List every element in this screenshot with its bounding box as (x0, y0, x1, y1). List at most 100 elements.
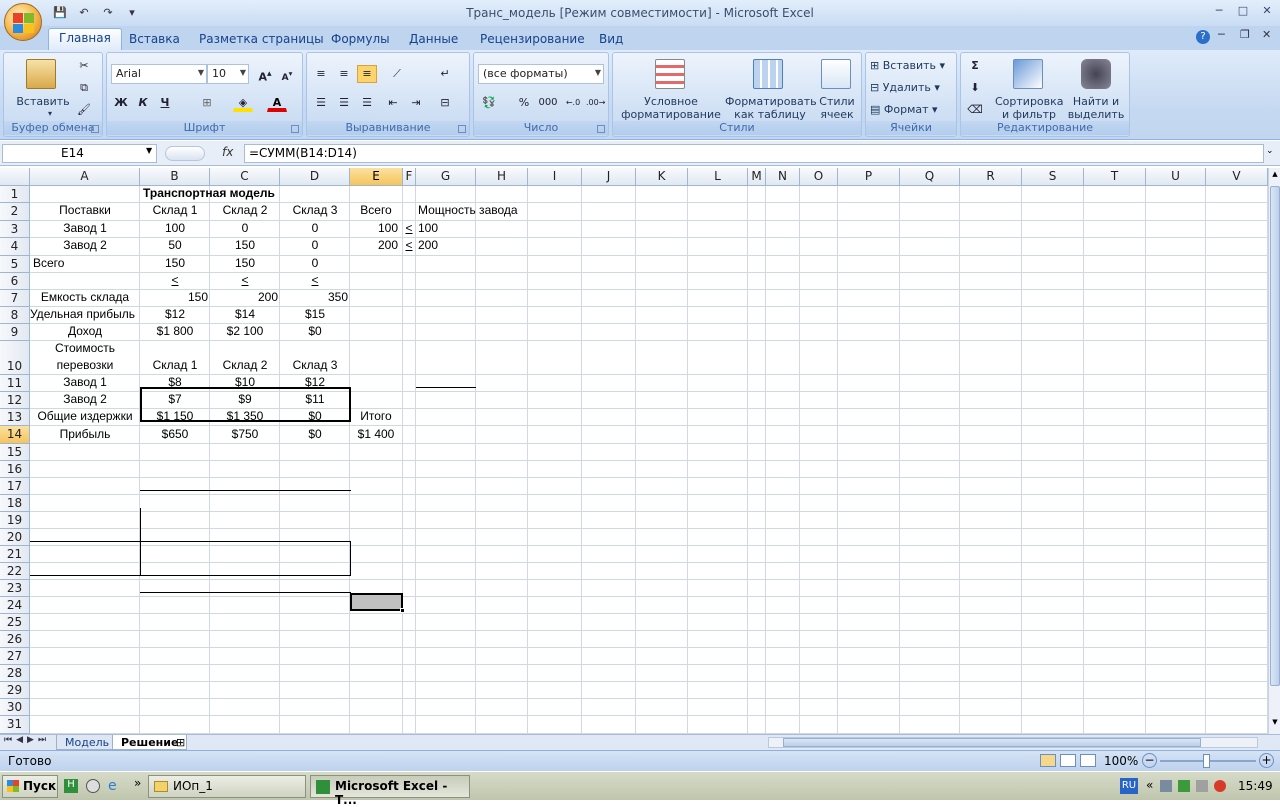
cell-d13[interactable]: $0 (280, 409, 350, 424)
cell-d3[interactable]: 0 (280, 221, 350, 236)
formula-input[interactable]: =СУММ(B14:D14) (244, 144, 1264, 163)
cell-c14[interactable]: $750 (210, 427, 280, 442)
cell-c10[interactable]: Склад 2 (210, 358, 280, 373)
cell-a7[interactable]: Емкость склада (30, 290, 140, 305)
paste-button[interactable]: Вставить (12, 95, 74, 108)
help-icon[interactable]: ? (1196, 30, 1210, 44)
scroll-down-icon[interactable]: ▼ (1270, 718, 1280, 730)
cell-b4[interactable]: 50 (140, 238, 210, 253)
row-header-5[interactable]: 5 (0, 256, 30, 273)
doc-close-button[interactable]: ✕ (1262, 28, 1271, 41)
sort-filter-button[interactable]: Сортировка и фильтр (995, 95, 1064, 121)
expand-formula-icon[interactable]: ⌄ (1266, 146, 1274, 156)
language-indicator[interactable]: RU (1120, 778, 1138, 794)
cell-c11[interactable]: $10 (210, 375, 280, 390)
column-header-u[interactable]: U (1146, 168, 1206, 186)
row-header-16[interactable]: 16 (0, 461, 30, 478)
maximize-button[interactable]: □ (1232, 3, 1254, 19)
column-header-b[interactable]: B (140, 168, 210, 186)
cell-c12[interactable]: $9 (210, 392, 280, 407)
clipboard-expand-icon[interactable] (91, 125, 99, 133)
align-center-icon[interactable]: ☰ (334, 94, 354, 112)
alignment-expand-icon[interactable] (458, 125, 466, 133)
format-as-table-icon[interactable] (753, 59, 783, 89)
cell-g2[interactable]: Мощность завода (418, 203, 518, 218)
row-header-15[interactable]: 15 (0, 444, 30, 461)
insert-function-icon[interactable]: fx (222, 145, 233, 159)
column-header-r[interactable]: R (960, 168, 1022, 186)
cell-g3[interactable]: 100 (418, 221, 438, 236)
font-size-select[interactable]: 10 ▼ (207, 64, 249, 84)
column-header-v[interactable]: V (1206, 168, 1268, 186)
minimize-button[interactable]: ─ (1208, 3, 1230, 19)
tab-data[interactable]: Данные (399, 30, 468, 50)
cell-e3[interactable]: 100 (350, 221, 398, 236)
align-left-icon[interactable]: ☰ (311, 94, 331, 112)
align-right-icon[interactable]: ☰ (357, 94, 377, 112)
vertical-scroll-thumb[interactable] (1270, 186, 1280, 686)
sheet-nav-icons[interactable]: ⏮◀▶⏭ (4, 735, 50, 745)
column-header-e[interactable]: E (350, 168, 403, 186)
sheet-tab-model[interactable]: Модель (56, 735, 119, 750)
cell-b12[interactable]: $7 (140, 392, 210, 407)
font-name-select[interactable]: Arial ▼ (111, 64, 207, 84)
taskbar-folder-button[interactable]: ИОп_1 (148, 775, 306, 798)
cell-a12[interactable]: Завод 2 (30, 392, 140, 407)
zoom-out-icon[interactable]: − (1142, 753, 1157, 768)
orientation-icon[interactable]: ⟋ (387, 65, 407, 83)
cell-b14[interactable]: $650 (140, 427, 210, 442)
row-header-2[interactable]: 2 (0, 203, 30, 221)
cell-f3[interactable]: < (403, 221, 415, 236)
shrink-font-icon[interactable]: A▾ (277, 65, 297, 83)
align-middle-icon[interactable]: ≡ (334, 65, 354, 83)
italic-button[interactable]: К (133, 94, 153, 112)
decrease-decimal-icon[interactable]: .00→ (585, 94, 605, 112)
ie-icon[interactable]: e (108, 778, 117, 794)
decrease-indent-icon[interactable]: ⇤ (383, 94, 403, 112)
conditional-format-icon[interactable] (655, 59, 685, 89)
cell-b13[interactable]: $1 150 (140, 409, 210, 424)
cell-c13[interactable]: $1 350 (210, 409, 280, 424)
doc-minimize-button[interactable]: ─ (1218, 28, 1225, 41)
row-header-13[interactable]: 13 (0, 409, 30, 426)
cell-e2[interactable]: Всего (350, 203, 402, 218)
redo-icon[interactable]: ↷ (98, 4, 118, 22)
cell-e4[interactable]: 200 (350, 238, 398, 253)
row-header-28[interactable]: 28 (0, 665, 30, 682)
tray-icon-2[interactable] (1178, 780, 1190, 792)
paste-icon[interactable] (26, 59, 56, 89)
autosum-icon[interactable]: Σ (965, 57, 985, 75)
column-header-c[interactable]: C (210, 168, 280, 186)
cell-a5[interactable]: Всего (33, 256, 64, 271)
font-expand-icon[interactable] (291, 125, 299, 133)
cell-c8[interactable]: $14 (210, 307, 280, 322)
normal-view-icon[interactable] (1040, 754, 1056, 767)
start-button[interactable]: Пуск (2, 775, 58, 798)
row-header-3[interactable]: 3 (0, 221, 30, 238)
row-header-19[interactable]: 19 (0, 512, 30, 529)
tab-review[interactable]: Рецензирование (470, 30, 595, 50)
row-header-9[interactable]: 9 (0, 324, 30, 341)
vertical-scrollbar[interactable]: ▲ ▼ (1268, 168, 1280, 734)
increase-indent-icon[interactable]: ⇥ (406, 94, 426, 112)
bold-button[interactable]: Ж (111, 94, 131, 112)
column-header-a[interactable]: A (30, 168, 140, 186)
row-header-23[interactable]: 23 (0, 580, 30, 597)
row-header-18[interactable]: 18 (0, 495, 30, 512)
page-layout-view-icon[interactable] (1060, 754, 1076, 767)
cell-d5[interactable]: 0 (280, 256, 350, 271)
column-header-q[interactable]: Q (900, 168, 960, 186)
fill-icon[interactable]: ⬇ (965, 79, 985, 97)
column-header-n[interactable]: N (766, 168, 800, 186)
cell-b10[interactable]: Склад 1 (140, 358, 210, 373)
format-cells-button[interactable]: ▤ Формат ▾ (870, 103, 938, 116)
save-icon[interactable]: 💾 (50, 4, 70, 22)
antivirus-icon[interactable] (1214, 780, 1226, 792)
zoom-level[interactable]: 100% (1104, 754, 1138, 768)
row-header-10[interactable]: 10 (0, 341, 30, 375)
worksheet-grid[interactable]: ABCDEFGHIJKLMNOPQRSTUV 1 2 3 4 5 6 7 8 9 10 11 12 13… (0, 168, 1268, 734)
cell-a9[interactable]: Доход (30, 324, 140, 339)
column-header-i[interactable]: I (528, 168, 582, 186)
close-button[interactable]: ✕ (1256, 3, 1278, 19)
number-expand-icon[interactable] (597, 125, 605, 133)
